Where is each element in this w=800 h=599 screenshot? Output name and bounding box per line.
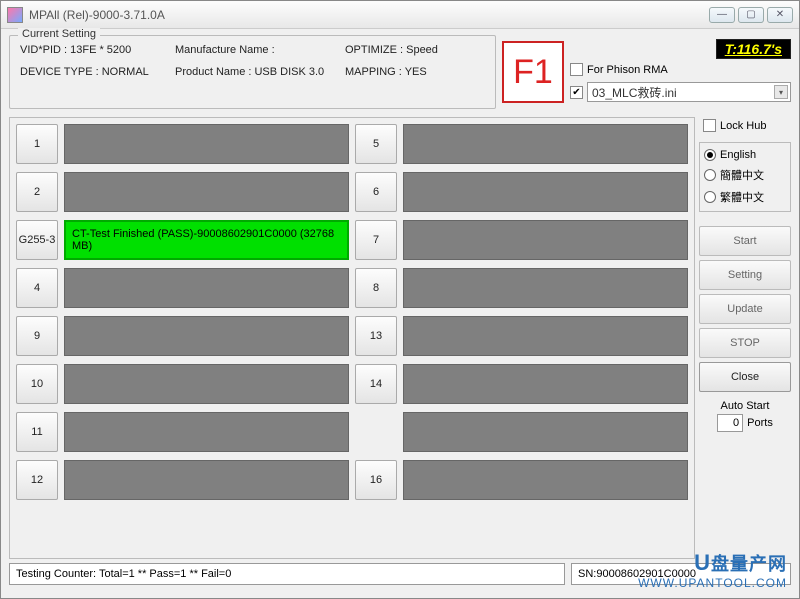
side-panel: Lock Hub English 簡體中文 繁體中文 Start Setting… xyxy=(699,117,791,559)
lock-hub-checkbox[interactable] xyxy=(703,119,716,132)
rma-label: For Phison RMA xyxy=(587,64,668,76)
slot-button-2[interactable]: 2 xyxy=(16,172,58,212)
setting-button[interactable]: Setting xyxy=(699,260,791,290)
slot-bar-8 xyxy=(403,268,688,308)
slot-bar-13 xyxy=(403,412,688,452)
close-button[interactable]: Close xyxy=(699,362,791,392)
slot-button-8[interactable]: 8 xyxy=(355,268,397,308)
maximize-button[interactable]: ▢ xyxy=(738,7,764,23)
mapping-label: MAPPING : YES xyxy=(345,66,485,78)
lang-english-radio[interactable] xyxy=(704,149,716,161)
ini-checkbox[interactable]: ✔ xyxy=(570,86,583,99)
slot-bar-14 xyxy=(403,364,688,404)
slot-bar-10 xyxy=(64,364,349,404)
slot-button-16[interactable]: 16 xyxy=(355,460,397,500)
device-type-label: DEVICE TYPE : NORMAL xyxy=(20,66,175,78)
app-window: MPAll (Rel)-9000-3.71.0A — ▢ ✕ Current S… xyxy=(0,0,800,599)
slot-button-1[interactable]: 1 xyxy=(16,124,58,164)
slot-button-13[interactable]: 13 xyxy=(355,316,397,356)
vid-pid-label: VID*PID : 13FE * 5200 xyxy=(20,44,175,56)
slot-bar-4 xyxy=(64,268,349,308)
rma-checkbox[interactable] xyxy=(570,63,583,76)
start-button[interactable]: Start xyxy=(699,226,791,256)
slot-button-7[interactable]: 7 xyxy=(355,220,397,260)
product-name-label: Product Name : USB DISK 3.0 xyxy=(175,66,345,78)
slots-panel: 1 5 2 6 G255-3CT-Test Finished (PASS)-900086… xyxy=(9,117,695,559)
testing-counter: Testing Counter: Total=1 ** Pass=1 ** Fa… xyxy=(9,563,565,585)
slot-bar-2 xyxy=(64,172,349,212)
slot-button-12[interactable]: 12 xyxy=(16,460,58,500)
app-icon xyxy=(7,7,23,23)
language-group: English 簡體中文 繁體中文 xyxy=(699,142,791,212)
close-window-button[interactable]: ✕ xyxy=(767,7,793,23)
slot-bar-16 xyxy=(403,460,688,500)
window-title: MPAll (Rel)-9000-3.71.0A xyxy=(29,8,709,22)
slot-button-G255-3[interactable]: G255-3 xyxy=(16,220,58,260)
slot-bar-13 xyxy=(403,316,688,356)
slot-bar-1 xyxy=(64,124,349,164)
slot-button-5[interactable]: 5 xyxy=(355,124,397,164)
current-setting-legend: Current Setting xyxy=(18,28,100,40)
timer-display: T:116.7's xyxy=(716,39,791,59)
lang-sc-radio[interactable] xyxy=(704,169,716,181)
stop-button[interactable]: STOP xyxy=(699,328,791,358)
lang-english-label: English xyxy=(720,149,756,161)
f1-indicator: F1 xyxy=(502,41,564,103)
lang-sc-label: 簡體中文 xyxy=(720,167,764,183)
lock-hub-label: Lock Hub xyxy=(720,120,766,132)
slot-button-11[interactable]: 11 xyxy=(16,412,58,452)
current-setting-group: Current Setting VID*PID : 13FE * 5200 Ma… xyxy=(9,35,496,109)
chevron-down-icon[interactable]: ▾ xyxy=(774,85,788,99)
slot-bar-5 xyxy=(403,124,688,164)
ini-select[interactable]: 03_MLC救砖.ini ▾ xyxy=(587,82,791,102)
ini-select-value: 03_MLC救砖.ini xyxy=(592,84,677,101)
slot-button-9[interactable]: 9 xyxy=(16,316,58,356)
slot-bar-6 xyxy=(403,172,688,212)
minimize-button[interactable]: — xyxy=(709,7,735,23)
slot-bar-G255-3: CT-Test Finished (PASS)-90008602901C0000… xyxy=(64,220,349,260)
slot-bar-12 xyxy=(64,460,349,500)
manufacture-label: Manufacture Name : xyxy=(175,44,345,56)
slot-bar-7 xyxy=(403,220,688,260)
slot-button-6[interactable]: 6 xyxy=(355,172,397,212)
auto-start-value[interactable]: 0 xyxy=(717,414,743,432)
slot-button-4[interactable]: 4 xyxy=(16,268,58,308)
slot-bar-11 xyxy=(64,412,349,452)
update-button[interactable]: Update xyxy=(699,294,791,324)
lang-tc-radio[interactable] xyxy=(704,191,716,203)
slot-button-10[interactable]: 10 xyxy=(16,364,58,404)
sn-display: SN:90008602901C0000 xyxy=(571,563,791,585)
auto-start-group: Auto Start 0 Ports xyxy=(699,400,791,432)
slot-button-14[interactable]: 14 xyxy=(355,364,397,404)
lang-tc-label: 繁體中文 xyxy=(720,189,764,205)
slot-bar-9 xyxy=(64,316,349,356)
auto-start-suffix: Ports xyxy=(747,417,773,429)
optimize-label: OPTIMIZE : Speed xyxy=(345,44,485,56)
auto-start-label: Auto Start xyxy=(721,400,770,412)
titlebar[interactable]: MPAll (Rel)-9000-3.71.0A — ▢ ✕ xyxy=(1,1,799,29)
